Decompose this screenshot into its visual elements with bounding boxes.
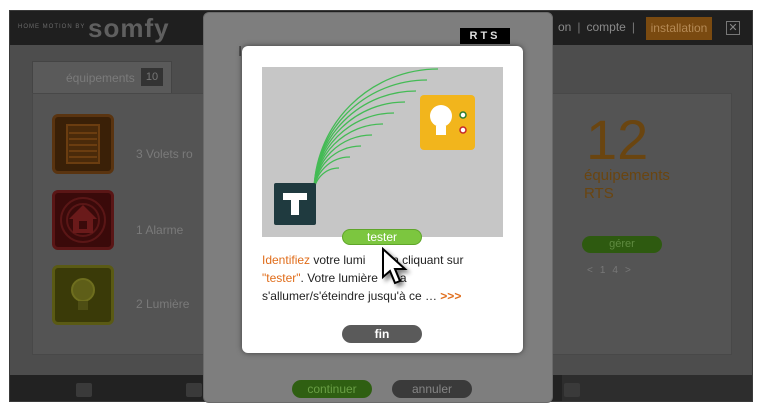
brand-tagline: HOME MOTION BY bbox=[18, 24, 86, 30]
top-links: on | compte | bbox=[558, 20, 635, 34]
brand-logo: somfy bbox=[88, 13, 170, 43]
top-link-compte[interactable]: compte bbox=[586, 20, 625, 34]
tab-label: équipements bbox=[66, 71, 135, 85]
pager-page[interactable]: 4 bbox=[612, 265, 618, 276]
instruction-highlight: "tester" bbox=[262, 271, 301, 285]
pager-prev[interactable]: < bbox=[587, 265, 593, 276]
house-alarm-icon[interactable] bbox=[52, 190, 114, 250]
manage-button[interactable]: gérer bbox=[582, 236, 662, 253]
top-link-connexion[interactable]: on bbox=[558, 20, 571, 34]
cancel-button[interactable]: annuler bbox=[392, 380, 472, 398]
tab-count-badge: 10 bbox=[141, 68, 163, 86]
pager-next[interactable]: > bbox=[625, 265, 631, 276]
instruction-text-part: votre lumi bbox=[310, 253, 366, 267]
equipment-count-label-line2: RTS bbox=[584, 185, 614, 202]
continue-button[interactable]: continuer bbox=[292, 380, 372, 398]
equipment-label-alarm: 1 Alarme bbox=[136, 223, 184, 237]
top-link-separator: | bbox=[577, 20, 581, 34]
equipment-label-lights: 2 Lumière bbox=[136, 297, 190, 311]
equipment-label-shutters: 3 Volets ro bbox=[136, 147, 193, 161]
pager-page[interactable]: 1 bbox=[600, 265, 606, 276]
bottom-bar-right bbox=[562, 375, 752, 401]
equipment-count-label-line1: équipements bbox=[584, 167, 670, 184]
settings-icon[interactable] bbox=[186, 383, 202, 397]
instruction-highlight: Identifiez bbox=[262, 253, 311, 267]
equipment-count-label: équipements RTS bbox=[584, 167, 694, 203]
read-more-link[interactable]: >>> bbox=[440, 289, 461, 303]
identify-modal: tester Identifiez votre lumi en cliquant … bbox=[242, 46, 523, 353]
installation-button[interactable]: installation bbox=[646, 17, 712, 40]
bulb-receiver-icon bbox=[420, 95, 475, 150]
tab-equipements[interactable]: équipements 10 bbox=[32, 61, 172, 93]
pairing-illustration bbox=[262, 67, 503, 237]
top-link-separator: | bbox=[631, 20, 635, 34]
remote-control-icon bbox=[274, 183, 316, 225]
instruction-text-part: s'allumer/s'éteindre jusqu'à ce … bbox=[262, 289, 441, 303]
equipment-count: 12 bbox=[586, 108, 649, 171]
home-icon[interactable] bbox=[76, 383, 92, 397]
mouse-cursor-icon bbox=[382, 247, 408, 285]
help-icon[interactable] bbox=[564, 383, 580, 397]
test-button[interactable]: tester bbox=[342, 229, 422, 245]
close-icon[interactable]: ✕ bbox=[726, 21, 740, 35]
shutter-icon[interactable] bbox=[52, 114, 114, 174]
rts-badge: RTS bbox=[460, 28, 510, 44]
instruction-text-part: . Votre lumière bbox=[300, 271, 378, 285]
pager: < 1 4 > bbox=[587, 265, 631, 276]
light-bulb-icon[interactable] bbox=[52, 265, 114, 325]
end-button[interactable]: fin bbox=[342, 325, 422, 343]
